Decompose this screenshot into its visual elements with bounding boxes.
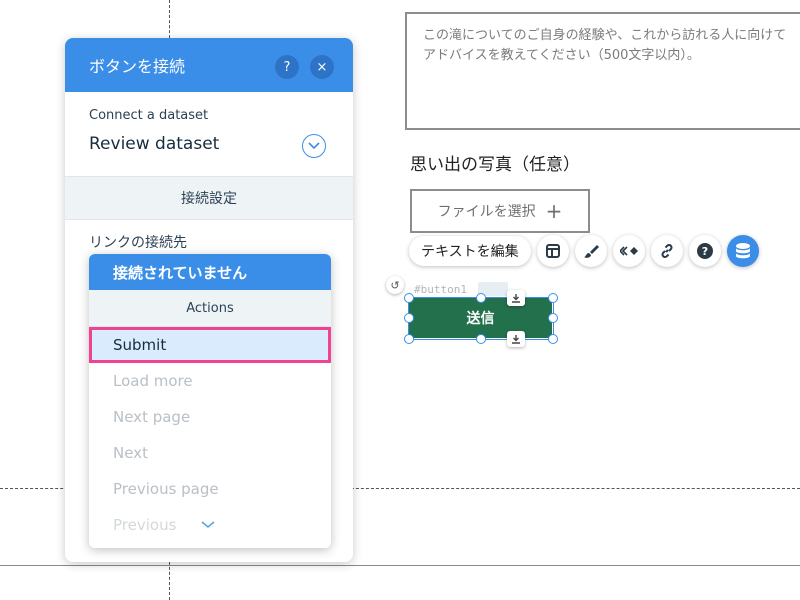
link-icon — [661, 244, 673, 258]
link-button[interactable] — [650, 235, 683, 267]
dataset-dropdown-toggle[interactable] — [302, 134, 326, 158]
layout-icon — [545, 244, 560, 258]
textarea-text: この滝についてのご自身の経験や、これから訪れる人に向けてアドバイスを教えてくださ… — [423, 28, 787, 63]
rotate-icon: ↺ — [390, 278, 400, 292]
element-toolbar: テキストを編集 ? — [409, 235, 759, 267]
plus-icon: + — [545, 199, 563, 223]
help-button[interactable]: ? — [688, 235, 721, 267]
resize-handle-bottom[interactable] — [476, 334, 486, 344]
resize-handle-right[interactable] — [548, 313, 558, 323]
dropdown-selected-value[interactable]: 接続されていません — [89, 254, 331, 290]
connection-settings-header: 接続設定 — [65, 177, 353, 220]
dropdown-option-submit[interactable]: Submit — [89, 327, 331, 363]
dropdown-option-next[interactable]: Next — [89, 435, 331, 471]
photo-label: 思い出の写真（任意） — [410, 155, 580, 175]
resize-handle-bottom-right[interactable] — [548, 334, 558, 344]
edit-text-button[interactable]: テキストを編集 — [409, 236, 531, 266]
animation-icon — [619, 246, 638, 256]
database-icon — [735, 243, 750, 259]
download-arrow-icon — [512, 294, 520, 303]
download-arrow-icon — [512, 335, 520, 344]
chevron-down-icon — [308, 142, 320, 150]
dropdown-option-load-more[interactable]: Load more — [89, 363, 331, 399]
anchor-top[interactable] — [507, 290, 525, 306]
connect-data-button[interactable] — [726, 235, 759, 267]
dropdown-option-previous-page[interactable]: Previous page — [89, 471, 331, 507]
paint-brush-icon — [583, 245, 599, 258]
panel-close-button[interactable]: × — [310, 55, 334, 79]
layout-button[interactable] — [536, 235, 569, 267]
panel-title: ボタンを接続 — [89, 57, 186, 76]
file-select-button[interactable]: ファイルを選択 + — [410, 189, 590, 233]
close-icon: × — [316, 59, 328, 75]
resize-handle-left[interactable] — [404, 313, 414, 323]
page-bottom-line — [0, 565, 800, 566]
resize-handle-top[interactable] — [476, 293, 486, 303]
resize-handle-top-left[interactable] — [404, 293, 414, 303]
dropdown-option-next-page[interactable]: Next page — [89, 399, 331, 435]
panel-help-button[interactable]: ? — [275, 55, 299, 79]
dataset-value[interactable]: Review dataset — [89, 134, 219, 154]
help-icon: ? — [696, 243, 713, 259]
design-button[interactable] — [574, 235, 607, 267]
link-target-dropdown: 接続されていません Actions Submit Load more Next … — [89, 254, 331, 548]
experience-textarea[interactable]: この滝についてのご自身の経験や、これから訪れる人に向けてアドバイスを教えてくださ… — [405, 12, 800, 130]
scroll-down-chevron-icon[interactable] — [201, 521, 215, 529]
animation-button[interactable] — [612, 235, 645, 267]
panel-header: ボタンを接続 ? × — [65, 38, 353, 92]
svg-text:?: ? — [701, 245, 707, 258]
dataset-section: Connect a dataset Review dataset — [65, 92, 353, 177]
link-target-label: リンクの接続先 — [89, 235, 187, 251]
anchor-bottom[interactable] — [507, 331, 525, 347]
resize-handle-bottom-left[interactable] — [404, 334, 414, 344]
element-id-tag: #button1 — [414, 283, 467, 296]
question-icon: ? — [283, 59, 291, 75]
file-select-label: ファイルを選択 — [437, 204, 536, 220]
dropdown-group-actions: Actions — [89, 290, 331, 327]
rotate-handle[interactable]: ↺ — [386, 276, 404, 294]
dataset-label: Connect a dataset — [89, 108, 209, 123]
resize-handle-top-right[interactable] — [548, 293, 558, 303]
